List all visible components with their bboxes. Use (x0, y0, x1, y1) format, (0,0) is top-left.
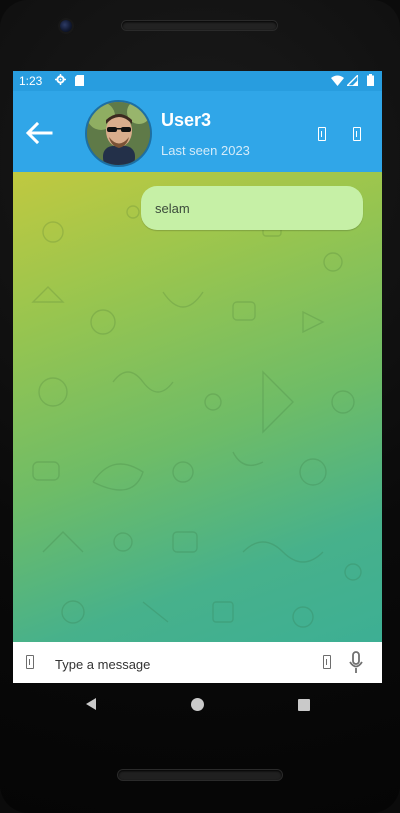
nav-home-circle-icon[interactable] (191, 698, 204, 711)
last-seen-status: Last seen 2023 (161, 143, 250, 158)
video-call-icon (318, 127, 326, 141)
battery-icon (367, 74, 374, 86)
voice-call-button[interactable] (350, 126, 364, 144)
wifi-icon (331, 75, 344, 86)
arrow-left-icon[interactable] (25, 121, 53, 145)
microphone-icon[interactable] (348, 651, 364, 675)
message-composer (13, 642, 382, 683)
chat-header: User3 Last seen 2023 (13, 91, 382, 172)
app-screen: 1:23 User3 Last seen 2023 selam Type a m… (13, 71, 382, 683)
avatar-photo (87, 102, 150, 165)
phone-frame: 1:23 User3 Last seen 2023 selam Type a m… (0, 0, 400, 813)
message-bubble-outgoing[interactable]: selam (141, 186, 363, 230)
message-list[interactable]: selam (13, 172, 382, 642)
bottom-speaker (118, 770, 282, 780)
emoji-icon (26, 655, 34, 669)
status-time: 1:23 (19, 74, 43, 88)
voice-call-icon (353, 127, 361, 141)
video-call-button[interactable] (315, 126, 329, 144)
settings-gear-icon (55, 74, 66, 85)
nav-recents-square-icon[interactable] (298, 699, 310, 711)
message-text: selam (155, 201, 190, 216)
chat-background-pattern (31, 195, 362, 628)
front-camera (60, 20, 72, 32)
emoji-button[interactable] (25, 654, 35, 670)
contact-avatar[interactable] (85, 100, 152, 167)
signal-icon (347, 75, 358, 86)
sd-card-icon (75, 75, 84, 86)
message-input[interactable] (53, 652, 317, 676)
contact-name[interactable]: User3 (161, 110, 211, 131)
status-bar: 1:23 (13, 71, 382, 91)
system-navigation-bar (0, 683, 400, 727)
attach-icon (323, 655, 331, 669)
nav-back-triangle-icon[interactable] (84, 697, 98, 711)
attach-button[interactable] (322, 654, 332, 670)
earpiece-speaker (122, 21, 277, 30)
